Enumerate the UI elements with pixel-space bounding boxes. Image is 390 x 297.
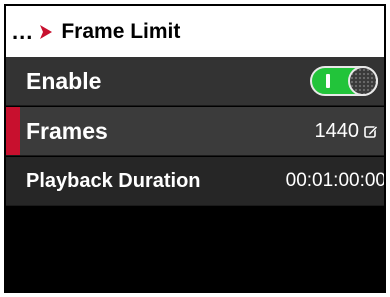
frames-value[interactable]: 1440: [315, 120, 379, 143]
frames-row[interactable]: Frames 1440: [6, 107, 384, 156]
selection-marker: [6, 107, 20, 155]
enable-label: Enable: [26, 67, 102, 94]
playback-duration-row[interactable]: Playback Duration 00:01:00:00: [6, 157, 384, 206]
edit-icon: [364, 125, 378, 138]
enable-toggle[interactable]: [310, 66, 378, 96]
frame-limit-screen: ... Frame Limit Enable Frames 1440 Playb…: [4, 4, 386, 293]
toggle-knob: [348, 66, 378, 96]
header-bar: ... Frame Limit: [6, 6, 384, 58]
frames-value-text: 1440: [314, 119, 360, 142]
playback-duration-label: Playback Duration: [26, 169, 201, 192]
enable-row[interactable]: Enable: [6, 57, 384, 106]
breadcrumb-back[interactable]: ...: [12, 19, 33, 45]
chevron-right-icon: [40, 24, 53, 39]
frames-label: Frames: [26, 117, 108, 144]
playback-duration-value: 00:01:00:00: [285, 170, 386, 191]
page-title: Frame Limit: [61, 19, 181, 43]
toggle-on-indicator: [326, 74, 330, 88]
